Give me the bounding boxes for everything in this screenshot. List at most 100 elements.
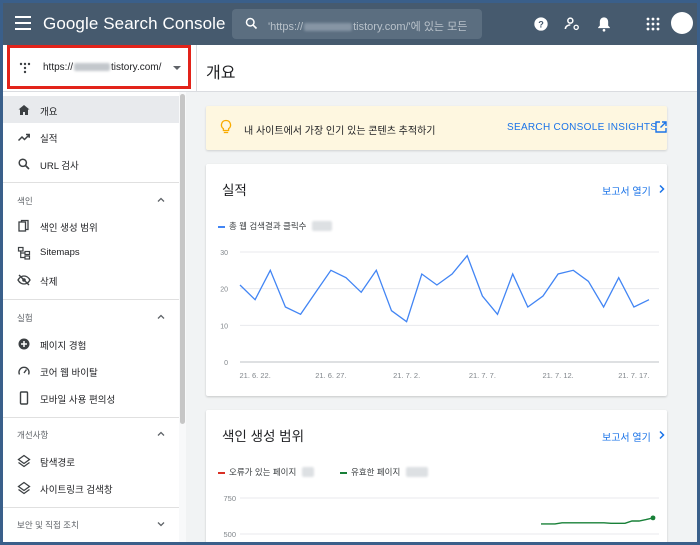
chevron-up-icon: [157, 431, 165, 436]
insights-text: 내 사이트에서 가장 인기 있는 콘텐츠 추적하기: [244, 126, 436, 137]
x-tick-label: 21. 7. 2.: [393, 371, 420, 380]
card-title: 실적: [222, 183, 247, 198]
sidebar-section-enhancements[interactable]: 개선사항: [3, 421, 179, 447]
page-header: 개요: [196, 45, 697, 92]
chevron-right-icon[interactable]: [658, 430, 666, 440]
sidebar-item-removals[interactable]: 삭제: [3, 266, 179, 293]
y-tick-label: 10: [220, 323, 228, 330]
help-icon[interactable]: ?: [531, 14, 551, 34]
x-tick-label: 21. 7. 12.: [542, 371, 573, 380]
sidebar-item-core-web-vitals[interactable]: 코어 웹 바이탈: [3, 357, 179, 384]
divider: [3, 417, 179, 418]
app-logo[interactable]: Google Search Console: [43, 14, 226, 34]
series-line-valid[interactable]: [541, 517, 654, 525]
property-url-prefix: https://: [43, 62, 74, 73]
performance-chart: 0 10 20 30 21. 6. 22. 21. 6. 27. 21. 7. 2. 21. …: [220, 250, 659, 380]
chevron-down-icon: [157, 522, 165, 527]
sidebar-item-label: 실적: [40, 134, 58, 145]
chevron-down-icon: [173, 66, 181, 70]
coverage-card: 색인 생성 범위 보고서 열기 오류가 있는 페이지 0 유효한 페이지 000…: [206, 410, 667, 542]
sidebar-item-label: 색인 생성 범위: [40, 223, 98, 234]
notifications-icon[interactable]: [594, 14, 614, 34]
legend-clicks[interactable]: 총 웹 검색결과 클릭수 00: [218, 220, 332, 232]
sidebar-scrollbar[interactable]: [180, 94, 185, 424]
chevron-right-icon[interactable]: [658, 184, 666, 194]
main-content: 내 사이트에서 가장 인기 있는 콘텐츠 추적하기 SEARCH CONSOLE…: [196, 92, 697, 542]
divider: [3, 299, 179, 300]
sidebar-item-label: 코어 웹 바이탈: [40, 368, 98, 379]
add-circle-icon: [18, 338, 30, 350]
search-box[interactable]: 'https:// tistory.com/'에 있는 모든: [232, 9, 482, 39]
sidebar-item-page-experience[interactable]: 페이지 경험: [3, 330, 179, 357]
trending-up-icon: [17, 133, 30, 142]
sidebar-item-overview[interactable]: 개요: [3, 96, 179, 123]
property-url: https:// tistory.com/: [43, 62, 161, 73]
apps-icon[interactable]: [643, 14, 663, 34]
series-last-point[interactable]: [650, 515, 656, 521]
divider: [3, 182, 179, 183]
sidebar-item-performance[interactable]: 실적: [3, 123, 179, 150]
sidebar-item-sitemaps[interactable]: Sitemaps: [3, 239, 179, 266]
insights-link[interactable]: SEARCH CONSOLE INSIGHTS: [507, 122, 657, 133]
property-panel: https:// tistory.com/: [3, 45, 196, 92]
file-copy-icon: [18, 219, 29, 232]
smartphone-icon: [19, 391, 29, 405]
sidebar-item-label: URL 검사: [40, 161, 79, 172]
open-report-link[interactable]: 보고서 열기: [602, 183, 651, 198]
sidebar-item-url-inspection[interactable]: URL 검사: [3, 150, 179, 177]
section-label: 개선사항: [17, 430, 49, 440]
legend-label: 오류가 있는 페이지: [229, 467, 297, 477]
x-tick-label: 21. 6. 27.: [315, 371, 346, 380]
search-icon: [245, 17, 258, 30]
legend-swatch: [340, 471, 347, 474]
layers-icon: [17, 481, 31, 495]
section-label: 실험: [17, 313, 33, 323]
search-placeholder-prefix: 'https://: [268, 21, 304, 33]
sidebar-item-coverage[interactable]: 색인 생성 범위: [3, 212, 179, 239]
y-tick-label: 20: [220, 287, 228, 294]
sidebar-item-label: Sitemaps: [40, 247, 80, 258]
sidebar-item-label: 페이지 경험: [40, 341, 87, 352]
sidebar-item-mobile-usability[interactable]: 모바일 사용 편의성: [3, 384, 179, 411]
card-title: 색인 생성 범위: [222, 429, 305, 444]
sidebar-section-security[interactable]: 보안 및 직접 조치: [3, 511, 179, 537]
x-tick-label: 21. 7. 17.: [618, 371, 649, 380]
legend-errors[interactable]: 오류가 있는 페이지 0: [218, 466, 314, 478]
legend-swatch: [218, 225, 225, 228]
section-label: 색인: [17, 196, 33, 206]
property-url-suffix: tistory.com/: [111, 62, 162, 73]
speed-icon: [18, 366, 30, 375]
y-tick-label: 750: [223, 494, 236, 503]
app-frame: Google Search Console 'https:// tistory.c…: [3, 3, 697, 542]
open-in-new-icon[interactable]: [654, 120, 668, 134]
section-label: 보안 및 직접 조치: [17, 520, 79, 530]
redacted-text: [74, 63, 111, 72]
sidebar: 개요 실적 URL 검사 색인 색인 생성 범위 Sitemaps 삭제 실험 …: [3, 92, 186, 542]
x-tick-label: 21. 7. 7.: [469, 371, 496, 380]
sidebar-item-breadcrumbs[interactable]: 탐색경로: [3, 447, 179, 474]
sidebar-item-label: 개요: [40, 107, 58, 118]
open-report-link[interactable]: 보고서 열기: [602, 429, 651, 444]
redacted-text: 0: [301, 467, 314, 477]
main-menu-icon[interactable]: [15, 16, 31, 30]
y-tick-label: 30: [220, 250, 228, 257]
user-settings-icon[interactable]: [562, 14, 582, 34]
avatar[interactable]: [671, 12, 693, 34]
x-tick-label: 21. 6. 22.: [240, 371, 271, 380]
search-input[interactable]: 'https:// tistory.com/'에 있는 모든: [268, 18, 467, 34]
sidebar-item-label: 삭제: [40, 277, 58, 288]
sidebar-item-sitelinks-searchbox[interactable]: 사이트링크 검색창: [3, 474, 179, 501]
sidebar-section-index[interactable]: 색인: [3, 187, 179, 213]
legend-swatch: [218, 471, 225, 474]
property-selector[interactable]: https:// tistory.com/: [7, 45, 191, 89]
property-icon: [19, 62, 31, 74]
sidebar-item-label: 탐색경로: [40, 458, 75, 469]
sidebar-section-experience[interactable]: 실험: [3, 304, 179, 330]
visibility-off-icon: [17, 274, 31, 286]
chevron-up-icon: [157, 197, 165, 202]
y-tick-label: 500: [223, 530, 236, 539]
home-icon: [18, 105, 30, 115]
legend-valid[interactable]: 유효한 페이지 000: [340, 466, 428, 478]
lightbulb-icon: [220, 119, 232, 134]
insights-banner: 내 사이트에서 가장 인기 있는 콘텐츠 추적하기 SEARCH CONSOLE…: [206, 106, 667, 150]
